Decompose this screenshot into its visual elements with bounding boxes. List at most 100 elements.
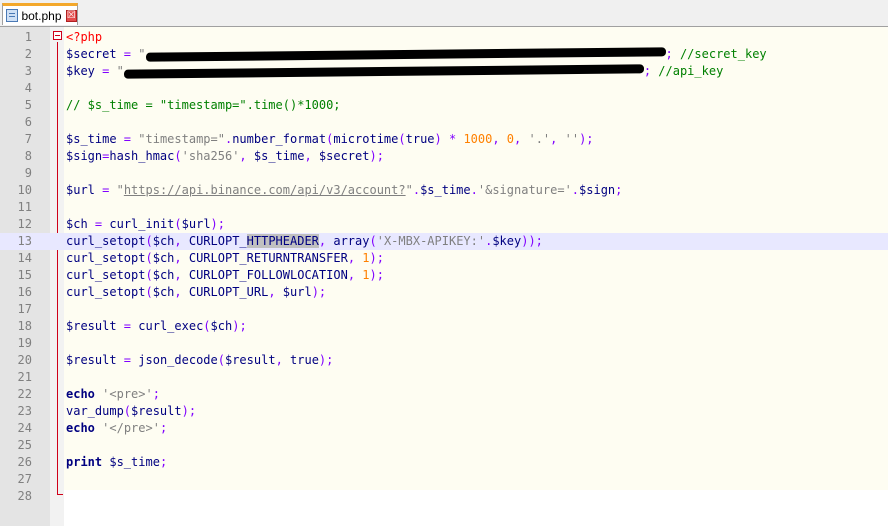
code-token: $result xyxy=(66,319,117,333)
code-token: ( xyxy=(174,217,182,231)
code-token: $sign xyxy=(66,149,103,163)
code-token: $ch xyxy=(210,319,233,333)
code-line[interactable]: 5 // $s_time = "timestamp=".time()*1000; xyxy=(0,97,888,114)
code-token: curl_init xyxy=(109,217,175,231)
code-line[interactable]: 20 $result = json_decode($result, true); xyxy=(0,352,888,369)
code-line[interactable]: 18 $result = curl_exec($ch); xyxy=(0,318,888,335)
code-token: ( xyxy=(217,353,225,367)
code-token: 0 xyxy=(506,132,515,146)
code-token: $ch xyxy=(152,234,175,248)
code-token: true xyxy=(405,132,435,146)
line-code: var_dump($result); xyxy=(66,403,196,420)
code-line[interactable]: 22 echo '<pre>'; xyxy=(0,386,888,403)
code-token: $key xyxy=(66,64,95,78)
code-line[interactable]: 24 echo '</pre>'; xyxy=(0,420,888,437)
code-token: $sign xyxy=(579,183,616,197)
tab-bot-php[interactable]: bot.php ☒ xyxy=(2,3,78,25)
code-line[interactable]: 16 curl_setopt($ch, CURLOPT_URL, $url); xyxy=(0,284,888,301)
code-token: '.' xyxy=(528,132,551,146)
code-token: ( xyxy=(369,234,377,248)
code-line[interactable]: 27 xyxy=(0,471,888,488)
code-token: 1 xyxy=(362,268,370,282)
code-token: , xyxy=(347,268,363,282)
code-token: ) * xyxy=(434,132,464,146)
code-token: $secret xyxy=(318,149,370,163)
code-line[interactable]: 23 var_dump($result); xyxy=(0,403,888,420)
line-number: 3 xyxy=(24,64,32,78)
code-token: $key xyxy=(492,234,522,248)
code-line[interactable]: 28 xyxy=(0,488,888,505)
line-number: 14 xyxy=(17,251,32,265)
code-token: = xyxy=(116,47,139,61)
line-number: 6 xyxy=(24,115,32,129)
code-token: CURLOPT_ xyxy=(188,234,247,248)
code-token: // $s_time = "timestamp=".time()*1000; xyxy=(66,98,341,112)
code-token: )); xyxy=(521,234,543,248)
line-number: 11 xyxy=(17,200,32,214)
code-line[interactable]: 25 xyxy=(0,437,888,454)
code-line[interactable]: 6 xyxy=(0,114,888,131)
code-token: $ch xyxy=(152,285,175,299)
code-token: https://api.binance.com/api/v3/account? xyxy=(123,183,406,197)
code-token: '</pre>' xyxy=(102,421,160,435)
line-code: print $s_time; xyxy=(66,454,167,471)
code-token: curl_setopt xyxy=(66,285,146,299)
close-tab-icon[interactable]: ☒ xyxy=(65,9,77,22)
code-token: array xyxy=(333,234,370,248)
code-line[interactable]: 7 $s_time = "timestamp=".number_format(mi… xyxy=(0,131,888,148)
code-token: CURLOPT_RETURNTRANSFER xyxy=(188,251,348,265)
code-token: 'sha256' xyxy=(181,149,240,163)
code-token: ); xyxy=(311,285,327,299)
code-line[interactable]: 19 xyxy=(0,335,888,352)
code-token: ; xyxy=(643,64,659,78)
code-line[interactable]: 9 xyxy=(0,165,888,182)
line-code: $secret = "; //secret_key xyxy=(66,46,767,63)
code-line[interactable]: 1 <?php xyxy=(0,29,888,46)
line-number: 2 xyxy=(24,47,32,61)
code-line[interactable]: 15 curl_setopt($ch, CURLOPT_FOLLOWLOCATIO… xyxy=(0,267,888,284)
code-token: echo xyxy=(66,421,95,435)
code-token: CURLOPT_URL xyxy=(188,285,269,299)
line-code: curl_setopt($ch, CURLOPT_FOLLOWLOCATION,… xyxy=(66,267,384,284)
code-token: curl_exec xyxy=(138,319,204,333)
code-token: curl_setopt xyxy=(66,268,146,282)
code-token: , xyxy=(514,132,529,146)
line-number: 21 xyxy=(17,370,32,384)
code-line[interactable]: 14 curl_setopt($ch, CURLOPT_RETURNTRANSFE… xyxy=(0,250,888,267)
line-number: 12 xyxy=(17,217,32,231)
code-token: 1 xyxy=(362,251,370,265)
code-token: //secret_key xyxy=(679,47,767,61)
code-token: $s_time xyxy=(109,455,160,469)
code-token: , xyxy=(174,234,189,248)
code-line[interactable]: 4 xyxy=(0,80,888,97)
code-line[interactable]: 17 xyxy=(0,301,888,318)
code-line[interactable]: 10 $url = "https://api.binance.com/api/v3… xyxy=(0,182,888,199)
code-line[interactable]: 12 $ch = curl_init($url); xyxy=(0,216,888,233)
code-line[interactable]: 21 xyxy=(0,369,888,386)
line-code: echo '</pre>'; xyxy=(66,420,167,437)
code-token: . xyxy=(571,183,580,197)
code-line[interactable]: 2 $secret = "; //secret_key xyxy=(0,46,888,63)
code-token: "timestamp=" xyxy=(138,132,225,146)
code-token: ); xyxy=(210,217,225,231)
code-line[interactable]: 8 $sign=hash_hmac('sha256', $s_time, $sec… xyxy=(0,148,888,165)
code-token: , xyxy=(304,149,319,163)
tab-title: bot.php xyxy=(21,8,62,23)
code-line[interactable]: 26 print $s_time; xyxy=(0,454,888,471)
line-code: $result = curl_exec($ch); xyxy=(66,318,247,335)
code-token: ); xyxy=(369,149,384,163)
code-token: '' xyxy=(564,132,580,146)
code-token: $secret xyxy=(66,47,117,61)
code-token: 1000 xyxy=(463,132,493,146)
code-token: , xyxy=(239,149,254,163)
code-editor[interactable]: 1 <?php 2 $secret = "; //secret_key 3 $key = … xyxy=(0,27,888,526)
code-token: number_format xyxy=(232,132,327,146)
code-token: $result xyxy=(224,353,276,367)
line-number: 20 xyxy=(17,353,32,367)
line-code: curl_setopt($ch, CURLOPT_RETURNTRANSFER,… xyxy=(66,250,384,267)
code-line[interactable]: 11 xyxy=(0,199,888,216)
code-line[interactable]: 3 $key = "; //api_key xyxy=(0,63,888,80)
line-code: <?php xyxy=(66,29,102,46)
code-line[interactable]: 13 curl_setopt($ch, CURLOPT_HTTPHEADER, a… xyxy=(0,233,888,250)
code-token: ); xyxy=(318,353,334,367)
